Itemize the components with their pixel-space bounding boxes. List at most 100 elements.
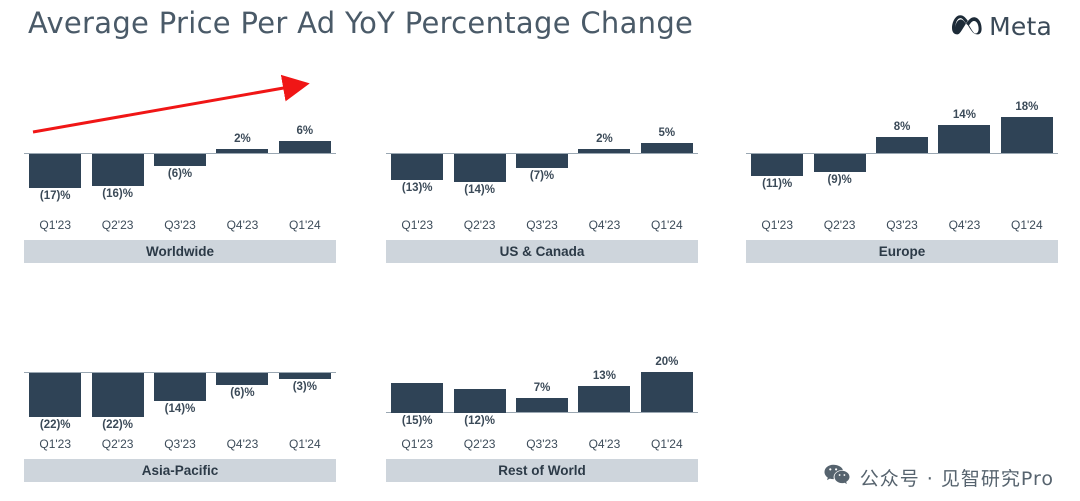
bar (1000, 117, 1053, 153)
bar-cell: (15)% (386, 325, 448, 437)
bar-value-label: 14% (952, 109, 976, 121)
x-axis-ticks: Q1'23 Q2'23 Q3'23 Q4'23 Q1'24 (24, 437, 336, 451)
bar-value-label: 18% (1015, 101, 1039, 113)
x-tick: Q3'23 (164, 437, 196, 451)
x-axis-ticks: Q1'23 Q2'23 Q3'23 Q4'23 Q1'24 (24, 218, 336, 232)
x-tick: Q1'24 (651, 218, 683, 232)
bar-cell: 20% (636, 325, 698, 437)
bar-cell: (14)% (149, 325, 211, 437)
bar-cell: (16)% (86, 106, 148, 218)
bar-cell: 18% (996, 101, 1058, 218)
bar (876, 137, 929, 153)
bar-cell: (6)% (149, 106, 211, 218)
bar-value-label: (14)% (464, 184, 495, 196)
x-tick: Q2'23 (463, 437, 496, 451)
region-label: Europe (746, 240, 1058, 263)
bar (91, 373, 144, 417)
page-header: Average Price Per Ad YoY Percentage Chan… (0, 0, 1080, 62)
bar-value-label: (16)% (102, 188, 133, 200)
bar-value-label: (6)% (167, 168, 193, 180)
bar-value-label: (15)% (401, 415, 433, 427)
bar-value-label: 8% (893, 121, 911, 133)
bar-value-label: (13)% (401, 182, 433, 194)
bar (278, 373, 331, 379)
bar-value-label: (22)% (39, 419, 71, 431)
bar-cell: (14)% (448, 106, 510, 218)
x-tick: Q1'24 (289, 437, 321, 451)
watermark-text: 公众号 · 见智研究Pro (859, 468, 1054, 490)
bar-cell: (13)% (386, 106, 448, 218)
x-tick: Q2'23 (101, 437, 134, 451)
bar (516, 154, 569, 168)
bar-cell: 14% (933, 106, 995, 218)
page-title: Average Price Per Ad YoY Percentage Chan… (28, 6, 694, 40)
bar (278, 141, 331, 153)
plot-area: (11)% (9)% 8% 14% 18% (746, 101, 1058, 218)
bar (29, 154, 82, 188)
x-tick: Q3'23 (526, 437, 558, 451)
bar (216, 149, 269, 153)
region-label: Asia-Pacific (24, 459, 336, 482)
bar-cell: (6)% (211, 325, 273, 437)
bar-value-label: (7)% (529, 170, 555, 182)
bar (391, 154, 444, 180)
bar-value-label: (12)% (464, 415, 495, 427)
bar-cell: (12)% (448, 325, 510, 437)
meta-logo: Meta (952, 12, 1052, 41)
bar-series: (17)% (16)% (6)% 2% 6% (24, 106, 336, 218)
x-tick: Q4'23 (226, 218, 259, 232)
bar-value-label: (17)% (39, 190, 71, 202)
bar-value-label: 2% (596, 133, 613, 145)
x-tick: Q3'23 (164, 218, 196, 232)
bar-value-label: 5% (658, 127, 676, 139)
bar-cell: (7)% (511, 106, 573, 218)
bar-series: (15)% (12)% 7% 13% 20% (386, 325, 698, 437)
bar-value-label: (22)% (102, 419, 133, 431)
bar-cell: (3)% (274, 325, 336, 437)
bar-value-label: 2% (234, 133, 251, 145)
bar (640, 372, 693, 412)
bar (751, 154, 804, 176)
bar-value-label: 20% (655, 356, 679, 368)
bar (154, 373, 207, 401)
bar-series: (11)% (9)% 8% 14% 18% (746, 101, 1058, 218)
meta-wordmark: Meta (989, 12, 1052, 41)
bar (578, 386, 631, 412)
x-tick: Q4'23 (948, 218, 981, 232)
chart-panel-rest-of-world: (15)% (12)% 7% 13% 20% Q1'23 Q2'23 Q3'23… (386, 325, 698, 482)
chart-panel-europe: (11)% (9)% 8% 14% 18% Q1'23 Q2'23 Q3'23 … (746, 101, 1058, 263)
plot-area: (15)% (12)% 7% 13% 20% (386, 325, 698, 437)
x-axis-ticks: Q1'23 Q2'23 Q3'23 Q4'23 Q1'24 (746, 218, 1058, 232)
bar (29, 373, 82, 417)
x-tick: Q2'23 (463, 218, 496, 232)
bar-cell: (22)% (86, 325, 148, 437)
x-tick: Q4'23 (588, 437, 621, 451)
bar-value-label: (6)% (230, 387, 255, 399)
wechat-icon (824, 464, 850, 491)
bar-value-label: (9)% (827, 174, 852, 186)
x-tick: Q2'23 (823, 218, 856, 232)
bar-cell: 8% (871, 106, 933, 218)
bar (938, 125, 991, 153)
bar-cell: 5% (636, 106, 698, 218)
plot-area: (17)% (16)% (6)% 2% 6% (24, 106, 336, 218)
bar-value-label: 13% (592, 370, 616, 382)
watermark: 公众号 · 见智研究Pro (824, 464, 1054, 491)
bar-cell: (17)% (24, 106, 86, 218)
bar (453, 154, 506, 182)
bar (154, 154, 207, 166)
x-tick: Q1'24 (651, 437, 683, 451)
x-tick: Q2'23 (101, 218, 134, 232)
bar-value-label: (11)% (762, 178, 793, 190)
bar-value-label: (3)% (292, 381, 317, 393)
x-axis-ticks: Q1'23 Q2'23 Q3'23 Q4'23 Q1'24 (386, 437, 698, 451)
chart-panel-worldwide: (17)% (16)% (6)% 2% 6% Q1'23 Q2'23 Q3'23… (24, 106, 336, 263)
bar-value-label: 6% (296, 125, 314, 137)
bar-cell: (22)% (24, 325, 86, 437)
bar (91, 154, 144, 186)
bar (640, 143, 693, 153)
x-tick: Q1'23 (39, 437, 72, 451)
bar (391, 383, 444, 413)
plot-area: (13)% (14)% (7)% 2% 5% (386, 106, 698, 218)
bar (216, 373, 269, 385)
